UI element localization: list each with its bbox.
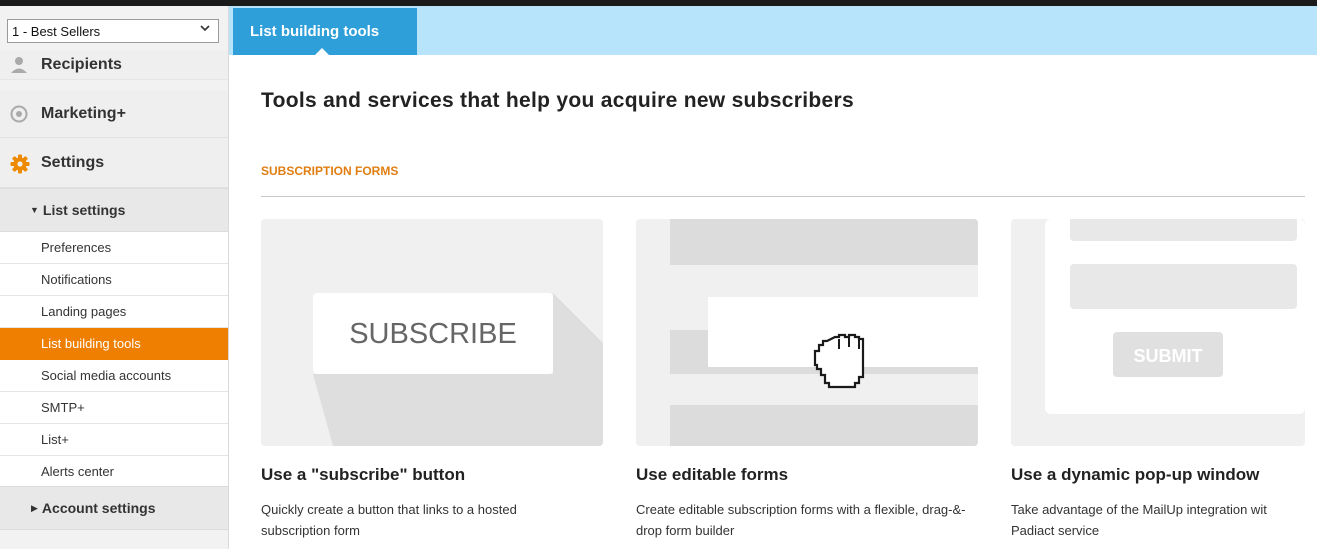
sidebar-item-label: Social media accounts (41, 368, 172, 383)
sidebar-item-list-plus[interactable]: List+ (0, 424, 228, 456)
nav-marketing[interactable]: Marketing+ (0, 90, 228, 138)
caret-right-icon: ▶ (31, 502, 38, 513)
nav-marketing-label: Marketing+ (41, 104, 126, 122)
tab-label: List building tools (250, 23, 380, 40)
nav-list-settings[interactable]: ▼ List settings (0, 188, 228, 232)
tab-pointer (315, 48, 329, 55)
sidebar-item-label: Landing pages (41, 304, 127, 319)
nav-account-settings[interactable]: ▶ Account settings (0, 486, 228, 530)
sidebar-item-notifications[interactable]: Notifications (0, 264, 228, 296)
card-desc-editable-forms: Create editable subscription forms with … (636, 502, 966, 538)
nav-list-settings-label: List settings (42, 202, 126, 218)
nav-recipients-label: Recipients (41, 55, 122, 73)
person-icon (10, 56, 28, 74)
section-divider (261, 196, 1305, 197)
card-title-editable-forms[interactable]: Use editable forms (636, 465, 978, 485)
target-icon (10, 105, 28, 123)
page-title: Tools and services that help you acquire… (261, 89, 854, 112)
sidebar-item-alerts-center[interactable]: Alerts center (0, 456, 228, 488)
list-selector-dropdown[interactable]: 1 - Best Sellers (7, 19, 219, 43)
sidebar-item-social-media-accounts[interactable]: Social media accounts (0, 360, 228, 392)
gear-icon (10, 154, 30, 173)
submit-illustration-text: SUBMIT (1134, 346, 1203, 366)
sidebar-item-preferences[interactable]: Preferences (0, 232, 228, 264)
subscribe-illustration-text: SUBSCRIBE (349, 318, 517, 350)
tab-bar: List building tools (229, 6, 1317, 55)
sidebar-item-label: Preferences (41, 240, 112, 255)
nav-settings-label: Settings (41, 153, 105, 171)
card-desc-popup-window: Take advantage of the MailUp integration… (1011, 502, 1267, 538)
sidebar-item-label: Alerts center (41, 464, 114, 479)
list-selector-value: 1 - Best Sellers (12, 23, 101, 39)
chevron-down-icon (200, 23, 210, 36)
sidebar-item-label: Notifications (41, 272, 112, 287)
nav-settings[interactable]: Settings (0, 138, 228, 188)
card-desc-subscribe-button: Quickly create a button that links to a … (261, 502, 517, 538)
sidebar-item-landing-pages[interactable]: Landing pages (0, 296, 228, 328)
sidebar-item-label: List+ (41, 432, 69, 447)
nav-recipients[interactable]: Recipients (0, 50, 228, 80)
editable-forms-illustration[interactable] (636, 219, 978, 446)
sidebar: 1 - Best Sellers Recipients Marketing+ S… (0, 6, 229, 549)
sidebar-item-smtp-plus[interactable]: SMTP+ (0, 392, 228, 424)
popup-window-illustration[interactable]: SUBMIT (1011, 219, 1305, 446)
nav-account-settings-label: Account settings (41, 500, 156, 516)
card-title-popup-window[interactable]: Use a dynamic pop-up window (1011, 465, 1317, 485)
caret-down-icon: ▼ (30, 205, 39, 215)
sidebar-item-label: List building tools (41, 336, 141, 351)
sidebar-item-list-building-tools[interactable]: List building tools (0, 328, 228, 360)
section-label: SUBSCRIPTION FORMS (261, 164, 399, 178)
tab-list-building-tools[interactable]: List building tools (233, 8, 417, 55)
subscribe-button-illustration[interactable]: SUBSCRIBE (261, 219, 603, 446)
card-title-subscribe-button[interactable]: Use a "subscribe" button (261, 465, 603, 485)
sidebar-item-label: SMTP+ (41, 400, 85, 415)
